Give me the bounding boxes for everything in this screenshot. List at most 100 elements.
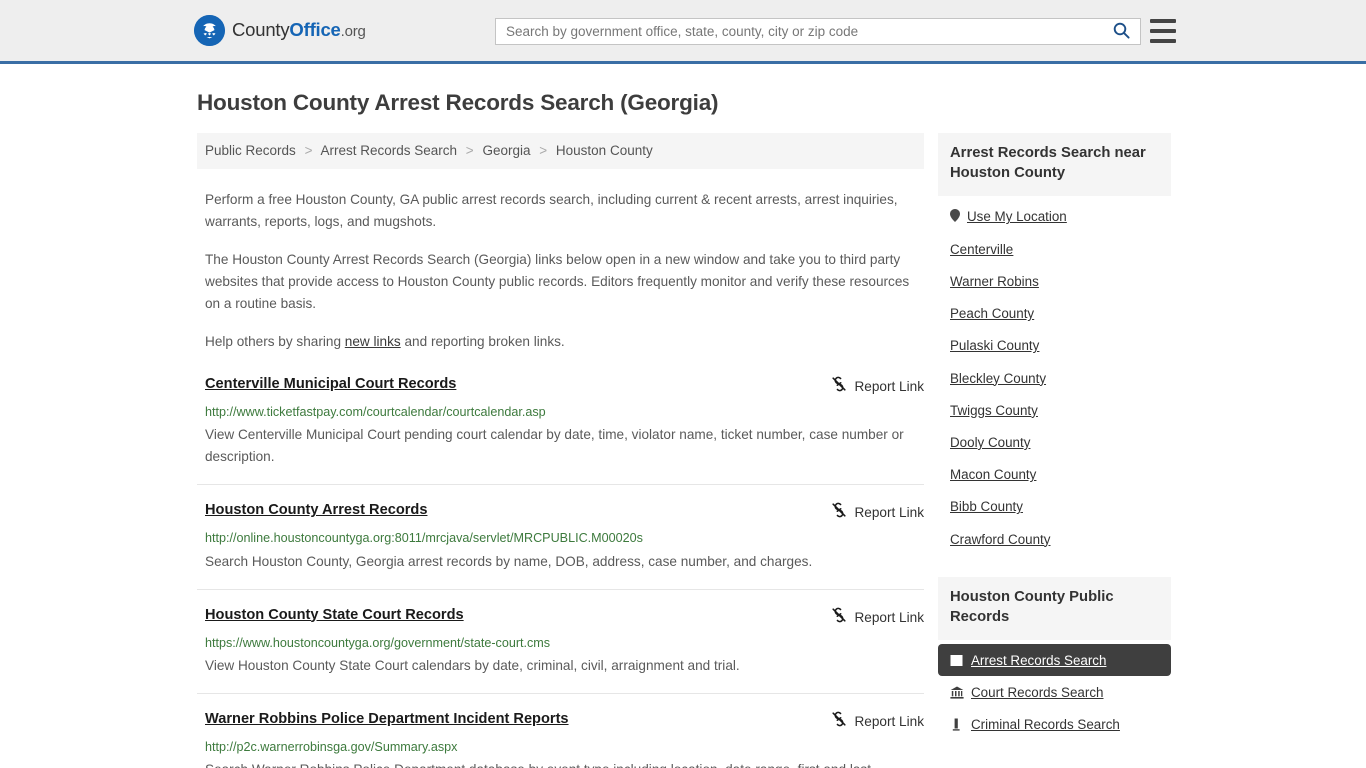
sidebar-item-bleckley-county[interactable]: Bleckley County [938, 362, 1171, 394]
sidebar-item-macon-county[interactable]: Macon County [938, 459, 1171, 491]
sidebar-item-twiggs-county[interactable]: Twiggs County [938, 394, 1171, 426]
sidebar-item-use-my-location[interactable]: Use My Location [938, 200, 1171, 233]
report-link-button[interactable]: Report Link [831, 606, 924, 628]
report-link-button[interactable]: Report Link [831, 710, 924, 732]
search-input[interactable] [496, 19, 1102, 44]
eagle-seal-icon [194, 15, 225, 46]
broken-link-icon [831, 711, 847, 732]
menu-bar-3 [1150, 39, 1176, 43]
sidebar-item-arrest-records-search[interactable]: Arrest Records Search [938, 644, 1171, 677]
sidebar-item-label: Dooly County [950, 434, 1031, 450]
nearby-searches-panel: Arrest Records Search near Houston Count… [938, 133, 1171, 555]
breadcrumb-item-arrest-records-search[interactable]: Arrest Records Search [320, 143, 457, 158]
site-header: CountyOffice.org [0, 0, 1366, 64]
search-icon [1113, 22, 1130, 42]
site-logo-text: CountyOffice.org [232, 21, 366, 40]
result-item: Houston County Arrest Records Report Lin… [197, 501, 924, 590]
result-url: http://p2c.warnerrobinsga.gov/Summary.as… [205, 739, 458, 754]
result-item: Houston County State Court Records Repor… [197, 606, 924, 694]
criminal-record-icon [950, 718, 964, 731]
intro-paragraph-2: The Houston County Arrest Records Search… [205, 251, 910, 311]
public-records-panel: Houston County Public Records Arrest Rec… [938, 577, 1171, 741]
results-list: Centerville Municipal Court Records Repo… [197, 375, 924, 768]
sidebar-item-label: Crawford County [950, 531, 1051, 547]
hamburger-menu-icon[interactable] [1150, 19, 1176, 43]
intro-text: Perform a free Houston County, GA public… [197, 189, 924, 353]
result-item: Warner Robbins Police Department Inciden… [197, 710, 924, 768]
map-pin-icon [950, 208, 960, 225]
content-columns: Public Records > Arrest Records Search >… [197, 133, 1171, 768]
main-column: Public Records > Arrest Records Search >… [197, 133, 924, 768]
sidebar-item-label: Peach County [950, 306, 1035, 322]
sidebar-item-label: Court Records Search [971, 684, 1104, 700]
new-links-link[interactable]: new links [345, 334, 401, 349]
arrest-record-icon [950, 654, 964, 667]
result-description: Search Houston County, Georgia arrest re… [205, 553, 813, 569]
menu-bar-1 [1150, 19, 1176, 23]
report-link-button[interactable]: Report Link [831, 501, 924, 523]
result-header: Warner Robbins Police Department Inciden… [205, 710, 924, 732]
breadcrumb-item-georgia[interactable]: Georgia [482, 143, 530, 158]
result-title-link[interactable]: Houston County Arrest Records [205, 501, 427, 520]
search-button[interactable] [1102, 19, 1140, 44]
sidebar-item-bibb-county[interactable]: Bibb County [938, 491, 1171, 523]
intro-paragraph-1: Perform a free Houston County, GA public… [205, 191, 898, 229]
breadcrumb-item-houston-county: Houston County [555, 143, 653, 159]
logo-text-org: .org [340, 23, 366, 41]
sidebar-item-dooly-county[interactable]: Dooly County [938, 426, 1171, 458]
broken-link-icon [831, 376, 847, 397]
result-header: Houston County State Court Records Repor… [205, 606, 924, 628]
sidebar-item-label: Bleckley County [950, 370, 1047, 386]
sidebar-item-label: Criminal Records Search [971, 717, 1120, 733]
report-link-label: Report Link [854, 505, 924, 521]
sidebar-item-label: Pulaski County [950, 338, 1040, 354]
nearby-searches-list: Use My Location Centerville Warner Robin… [938, 196, 1171, 555]
public-records-list: Arrest Records Search Court Records Sear… [938, 640, 1171, 741]
result-url: https://www.houstoncountyga.org/governme… [205, 635, 551, 650]
report-link-label: Report Link [854, 378, 924, 394]
breadcrumb-item-public-records[interactable]: Public Records [205, 143, 296, 158]
sidebar-item-crawford-county[interactable]: Crawford County [938, 523, 1171, 555]
sidebar-item-label: Arrest Records Search [971, 652, 1107, 668]
result-description: View Centerville Municipal Court pending… [205, 427, 904, 465]
report-link-label: Report Link [854, 609, 924, 625]
report-link-label: Report Link [854, 713, 924, 729]
sidebar-item-criminal-records-search[interactable]: Criminal Records Search [938, 708, 1171, 740]
intro-text-before: Help others by sharing [205, 333, 345, 349]
intro-text-after: and reporting broken links. [400, 333, 565, 349]
result-url: http://www.ticketfastpay.com/courtcalend… [205, 404, 546, 419]
menu-bar-2 [1150, 29, 1176, 33]
page-container: Houston County Arrest Records Search (Ge… [0, 89, 1366, 768]
result-title-link[interactable]: Warner Robbins Police Department Inciden… [205, 710, 569, 729]
breadcrumb-separator: > [304, 143, 313, 159]
broken-link-icon [831, 607, 847, 628]
result-title-link[interactable]: Centerville Municipal Court Records [205, 375, 456, 394]
search-bar [495, 18, 1141, 45]
result-description: Search Warner Robbins Police Department … [205, 759, 911, 768]
sidebar: Arrest Records Search near Houston Count… [938, 133, 1171, 741]
sidebar-item-label: Use My Location [967, 209, 1067, 225]
sidebar-item-court-records-search[interactable]: Court Records Search [938, 676, 1171, 708]
sidebar-item-label: Bibb County [950, 499, 1023, 515]
result-item: Centerville Municipal Court Records Repo… [197, 375, 924, 486]
breadcrumb-separator: > [539, 143, 548, 159]
nearby-searches-heading: Arrest Records Search near Houston Count… [938, 133, 1171, 197]
sidebar-item-peach-county[interactable]: Peach County [938, 298, 1171, 330]
sidebar-item-centerville[interactable]: Centerville [938, 233, 1171, 265]
courthouse-icon [950, 686, 964, 699]
logo-text-county: County [232, 19, 290, 41]
sidebar-item-label: Twiggs County [950, 402, 1038, 418]
result-header: Centerville Municipal Court Records Repo… [205, 375, 924, 397]
result-header: Houston County Arrest Records Report Lin… [205, 501, 924, 523]
intro-paragraph-3: Help others by sharing new links and rep… [205, 331, 911, 353]
site-logo[interactable]: CountyOffice.org [194, 15, 366, 46]
logo-text-office: Office [289, 19, 341, 41]
result-title-link[interactable]: Houston County State Court Records [205, 606, 464, 625]
report-link-button[interactable]: Report Link [831, 375, 924, 397]
page-title: Houston County Arrest Records Search (Ge… [197, 90, 719, 115]
sidebar-item-warner-robins[interactable]: Warner Robins [938, 265, 1171, 297]
result-url: http://online.houstoncountyga.org:8011/m… [205, 531, 643, 546]
public-records-heading: Houston County Public Records [938, 577, 1171, 641]
sidebar-item-pulaski-county[interactable]: Pulaski County [938, 330, 1171, 362]
